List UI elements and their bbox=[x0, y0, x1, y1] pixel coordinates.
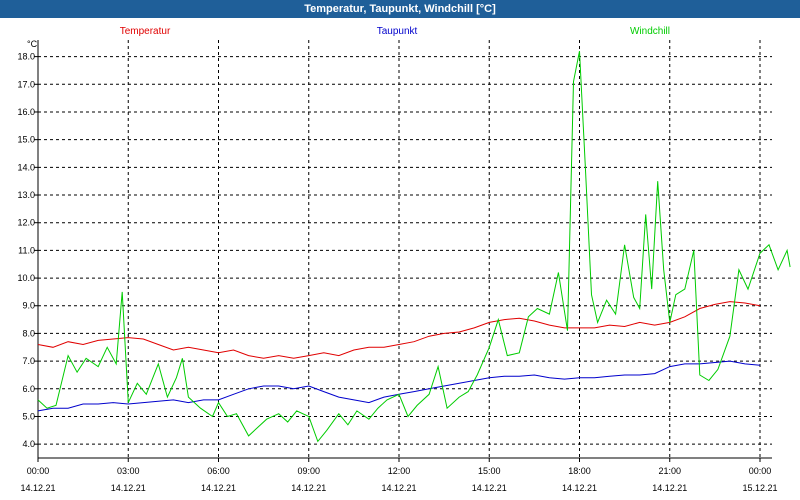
x-tick-time: 12:00 bbox=[388, 466, 411, 476]
y-tick-label: 7.0 bbox=[22, 356, 35, 366]
x-tick-date: 14.12.21 bbox=[652, 483, 687, 493]
y-tick-label: 9.0 bbox=[22, 301, 35, 311]
legend-taupunkt: Taupunkt bbox=[377, 26, 418, 37]
y-tick-label: 14.0 bbox=[17, 162, 35, 172]
x-tick-date: 14.12.21 bbox=[291, 483, 326, 493]
y-tick-label: 17.0 bbox=[17, 79, 35, 89]
y-tick-label: 16.0 bbox=[17, 107, 35, 117]
x-tick-date: 15.12.21 bbox=[742, 483, 777, 493]
y-tick-label: 18.0 bbox=[17, 52, 35, 62]
x-tick-time: 09:00 bbox=[297, 466, 320, 476]
y-tick-label: 10.0 bbox=[17, 273, 35, 283]
x-tick-time: 03:00 bbox=[117, 466, 140, 476]
x-tick-date: 14.12.21 bbox=[381, 483, 416, 493]
y-tick-label: 6.0 bbox=[22, 384, 35, 394]
y-tick-label: 15.0 bbox=[17, 135, 35, 145]
series-line-taupunkt bbox=[37, 360, 761, 412]
x-tick-date: 14.12.21 bbox=[201, 483, 236, 493]
y-tick-label: 8.0 bbox=[22, 328, 35, 338]
x-tick-time: 21:00 bbox=[658, 466, 681, 476]
x-tick-date: 14.12.21 bbox=[472, 483, 507, 493]
x-tick-time: 00:00 bbox=[749, 466, 772, 476]
x-tick-date: 14.12.21 bbox=[111, 483, 146, 493]
chart-window: Temperatur, Taupunkt, Windchill [°C] °C … bbox=[0, 0, 800, 500]
x-tick-time: 06:00 bbox=[207, 466, 230, 476]
x-tick-date: 14.12.21 bbox=[562, 483, 597, 493]
y-tick-label: 12.0 bbox=[17, 218, 35, 228]
x-tick-time: 00:00 bbox=[27, 466, 50, 476]
y-unit-label: °C bbox=[27, 39, 38, 49]
x-tick-time: 18:00 bbox=[568, 466, 591, 476]
line-chart: °C 4.0 5.0 6.0 7.0 8.0 9.0 10.0 11.0 12.0 13.0 14.… bbox=[17, 26, 791, 493]
series-line-windchill bbox=[37, 51, 791, 443]
x-tick-date: 14.12.21 bbox=[20, 483, 55, 493]
y-tick-label: 4.0 bbox=[22, 439, 35, 449]
chart-title: Temperatur, Taupunkt, Windchill [°C] bbox=[0, 0, 800, 18]
legend-temperatur: Temperatur bbox=[120, 26, 171, 37]
legend-windchill: Windchill bbox=[630, 26, 670, 37]
x-tick-time: 15:00 bbox=[478, 466, 501, 476]
y-tick-label: 13.0 bbox=[17, 190, 35, 200]
y-tick-label: 11.0 bbox=[18, 245, 35, 255]
y-tick-label: 5.0 bbox=[22, 411, 35, 421]
